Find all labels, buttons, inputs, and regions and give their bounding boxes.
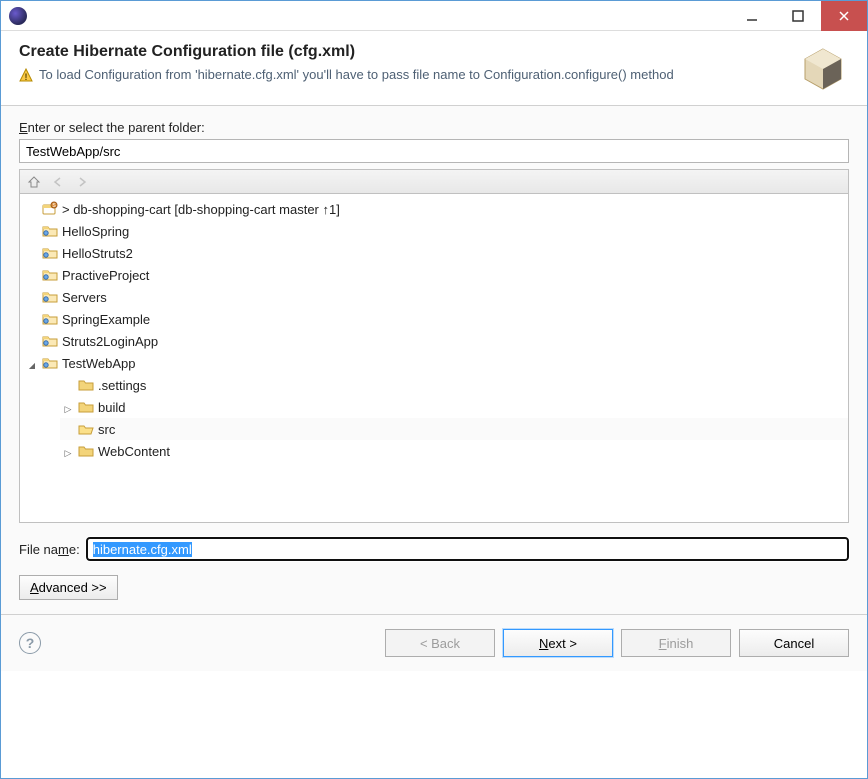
wizard-footer: ? < Back Next > Finish Cancel: [1, 614, 867, 671]
tree-item[interactable]: WebContent: [60, 440, 848, 462]
tree-item[interactable]: Struts2LoginApp: [24, 330, 848, 352]
wizard-title: Create Hibernate Configuration file (cfg…: [19, 43, 787, 61]
project-icon: [42, 355, 58, 371]
maximize-button[interactable]: [775, 1, 821, 31]
project-icon: [42, 311, 58, 327]
tree-item-label: src: [98, 422, 115, 437]
project-icon: [42, 245, 58, 261]
tree-item[interactable]: src: [60, 418, 848, 440]
tree-item[interactable]: TestWebApp: [24, 352, 848, 374]
tree-item[interactable]: SpringExample: [24, 308, 848, 330]
tree-item-label: SpringExample: [62, 312, 150, 327]
folder-tree[interactable]: S > db-shopping-cart [db-shopping-cart ma…: [19, 193, 849, 523]
home-icon[interactable]: [26, 174, 42, 190]
window-titlebar: [1, 1, 867, 31]
tree-item[interactable]: Servers: [24, 286, 848, 308]
advanced-button[interactable]: Advanced >>: [19, 575, 118, 600]
tree-item-label: build: [98, 400, 125, 415]
tree-item-label: PractiveProject: [62, 268, 149, 283]
project-icon: [42, 267, 58, 283]
project-icon: S: [42, 201, 58, 217]
tree-item-label: > db-shopping-cart [db-shopping-cart mas…: [62, 202, 340, 217]
next-button[interactable]: Next >: [503, 629, 613, 657]
close-button[interactable]: [821, 1, 867, 31]
tree-item[interactable]: PractiveProject: [24, 264, 848, 286]
finish-button[interactable]: Finish: [621, 629, 731, 657]
tree-item-label: .settings: [98, 378, 146, 393]
project-icon: [42, 289, 58, 305]
wizard-content: Enter or select the parent folder: S > db…: [1, 106, 867, 614]
eclipse-icon: [9, 7, 27, 25]
tree-item-label: Servers: [62, 290, 107, 305]
tree-item[interactable]: HelloSpring: [24, 220, 848, 242]
project-icon: [42, 333, 58, 349]
folder-icon: [78, 421, 94, 437]
tree-item-label: HelloStruts2: [62, 246, 133, 261]
parent-folder-input[interactable]: [19, 139, 849, 163]
wizard-message: To load Configuration from 'hibernate.cf…: [39, 67, 674, 82]
tree-item-label: Struts2LoginApp: [62, 334, 158, 349]
project-icon: [42, 223, 58, 239]
parent-folder-label: Enter or select the parent folder:: [19, 120, 849, 135]
back-button[interactable]: < Back: [385, 629, 495, 657]
tree-item[interactable]: .settings: [60, 374, 848, 396]
tree-toolbar: [19, 169, 849, 193]
minimize-button[interactable]: [729, 1, 775, 31]
help-icon[interactable]: ?: [19, 632, 41, 654]
tree-item-label: HelloSpring: [62, 224, 129, 239]
back-arrow-icon[interactable]: [50, 174, 66, 190]
filename-label: File name:: [19, 542, 80, 557]
expand-icon[interactable]: [26, 356, 38, 371]
tree-item[interactable]: HelloStruts2: [24, 242, 848, 264]
folder-icon: [78, 377, 94, 393]
expand-icon[interactable]: [62, 400, 74, 415]
svg-text:!: !: [25, 72, 28, 82]
tree-item[interactable]: build: [60, 396, 848, 418]
tree-item-label: TestWebApp: [62, 356, 135, 371]
tree-item-label: WebContent: [98, 444, 170, 459]
warning-icon: !: [19, 68, 33, 82]
expand-icon[interactable]: [62, 444, 74, 459]
folder-icon: [78, 399, 94, 415]
cancel-button[interactable]: Cancel: [739, 629, 849, 657]
filename-input[interactable]: [86, 537, 849, 561]
wizard-banner: Create Hibernate Configuration file (cfg…: [1, 31, 867, 106]
forward-arrow-icon[interactable]: [74, 174, 90, 190]
folder-icon: [78, 443, 94, 459]
tree-item[interactable]: S > db-shopping-cart [db-shopping-cart ma…: [24, 198, 848, 220]
hibernate-cube-icon: [797, 43, 849, 95]
